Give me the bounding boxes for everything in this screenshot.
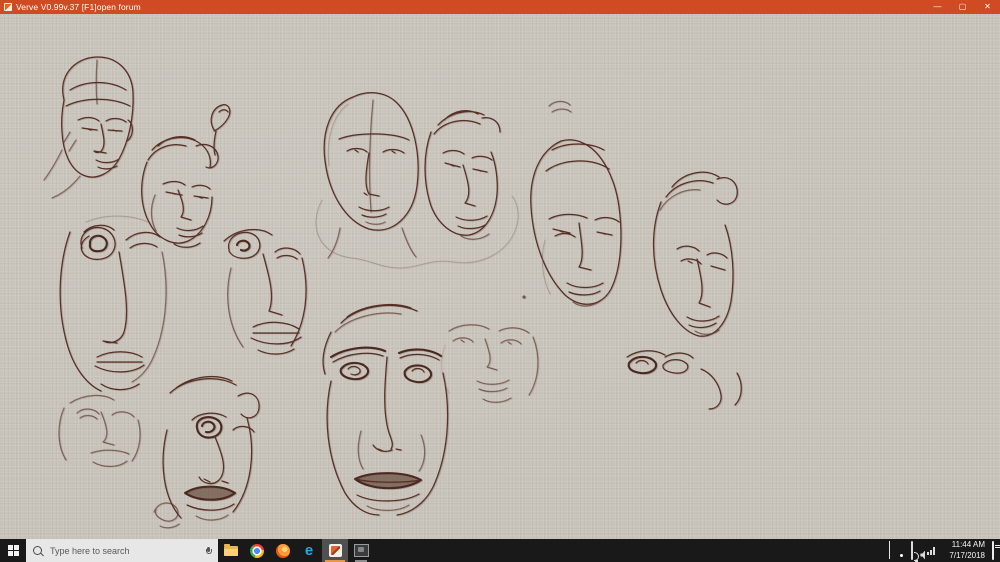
- face-sketch-13: [627, 351, 741, 409]
- title-bar: Verve V0.99v.37 [F1]open forum — ▢ ✕: [0, 0, 1000, 14]
- minimize-button[interactable]: —: [925, 0, 950, 14]
- window-controls: — ▢ ✕: [925, 0, 1000, 14]
- taskbar-item-image-viewer[interactable]: [348, 539, 374, 562]
- file-explorer-icon: [224, 546, 238, 556]
- paint-canvas[interactable]: [0, 14, 1000, 539]
- tray-network-button[interactable]: [927, 547, 935, 555]
- taskbar-item-edge[interactable]: e: [296, 539, 322, 562]
- network-signal-icon: [927, 547, 935, 555]
- search-icon: [33, 546, 42, 555]
- maximize-button[interactable]: ▢: [950, 0, 975, 14]
- clock-date: 7/17/2018: [949, 551, 985, 561]
- clock-time: 11:44 AM: [952, 540, 985, 550]
- verve-icon: [329, 544, 342, 557]
- taskbar-app-icons: e: [218, 539, 374, 562]
- search-input[interactable]: [48, 545, 200, 557]
- taskbar: e 11:44 AM 7/17/2018: [0, 539, 1000, 562]
- taskbar-search[interactable]: [26, 539, 218, 562]
- close-button[interactable]: ✕: [975, 0, 1000, 14]
- sketch-layer: [0, 14, 1000, 539]
- taskbar-item-verve[interactable]: [322, 539, 348, 562]
- chrome-icon: [250, 544, 264, 558]
- taskbar-item-file-explorer[interactable]: [218, 539, 244, 562]
- tray-expand-button[interactable]: [889, 542, 890, 560]
- start-button[interactable]: [0, 539, 26, 562]
- title-left: Verve V0.99v.37 [F1]open forum: [0, 2, 141, 12]
- action-center-icon: [992, 541, 994, 560]
- action-center-button[interactable]: [992, 542, 994, 560]
- tray-display-button[interactable]: [911, 542, 913, 560]
- face-sketch-5: [59, 395, 140, 466]
- chevron-up-icon: [889, 541, 890, 559]
- image-viewer-icon: [354, 544, 369, 557]
- taskbar-item-firefox[interactable]: [270, 539, 296, 562]
- firefox-icon: [276, 544, 290, 558]
- window-title: Verve V0.99v.37 [F1]open forum: [16, 2, 141, 12]
- face-sketch-9: [531, 140, 621, 306]
- edge-icon: e: [305, 543, 313, 558]
- windows-logo-icon: [8, 545, 19, 556]
- monitor-icon: [911, 541, 913, 560]
- system-tray: 11:44 AM 7/17/2018: [883, 539, 1000, 562]
- app-icon: [4, 3, 12, 11]
- microphone-icon: [206, 547, 211, 555]
- face-sketch-10: [654, 172, 738, 336]
- verve-app-window: Verve V0.99v.37 [F1]open forum — ▢ ✕: [0, 0, 1000, 562]
- taskbar-item-chrome[interactable]: [244, 539, 270, 562]
- taskbar-clock[interactable]: 11:44 AM 7/17/2018: [949, 540, 985, 561]
